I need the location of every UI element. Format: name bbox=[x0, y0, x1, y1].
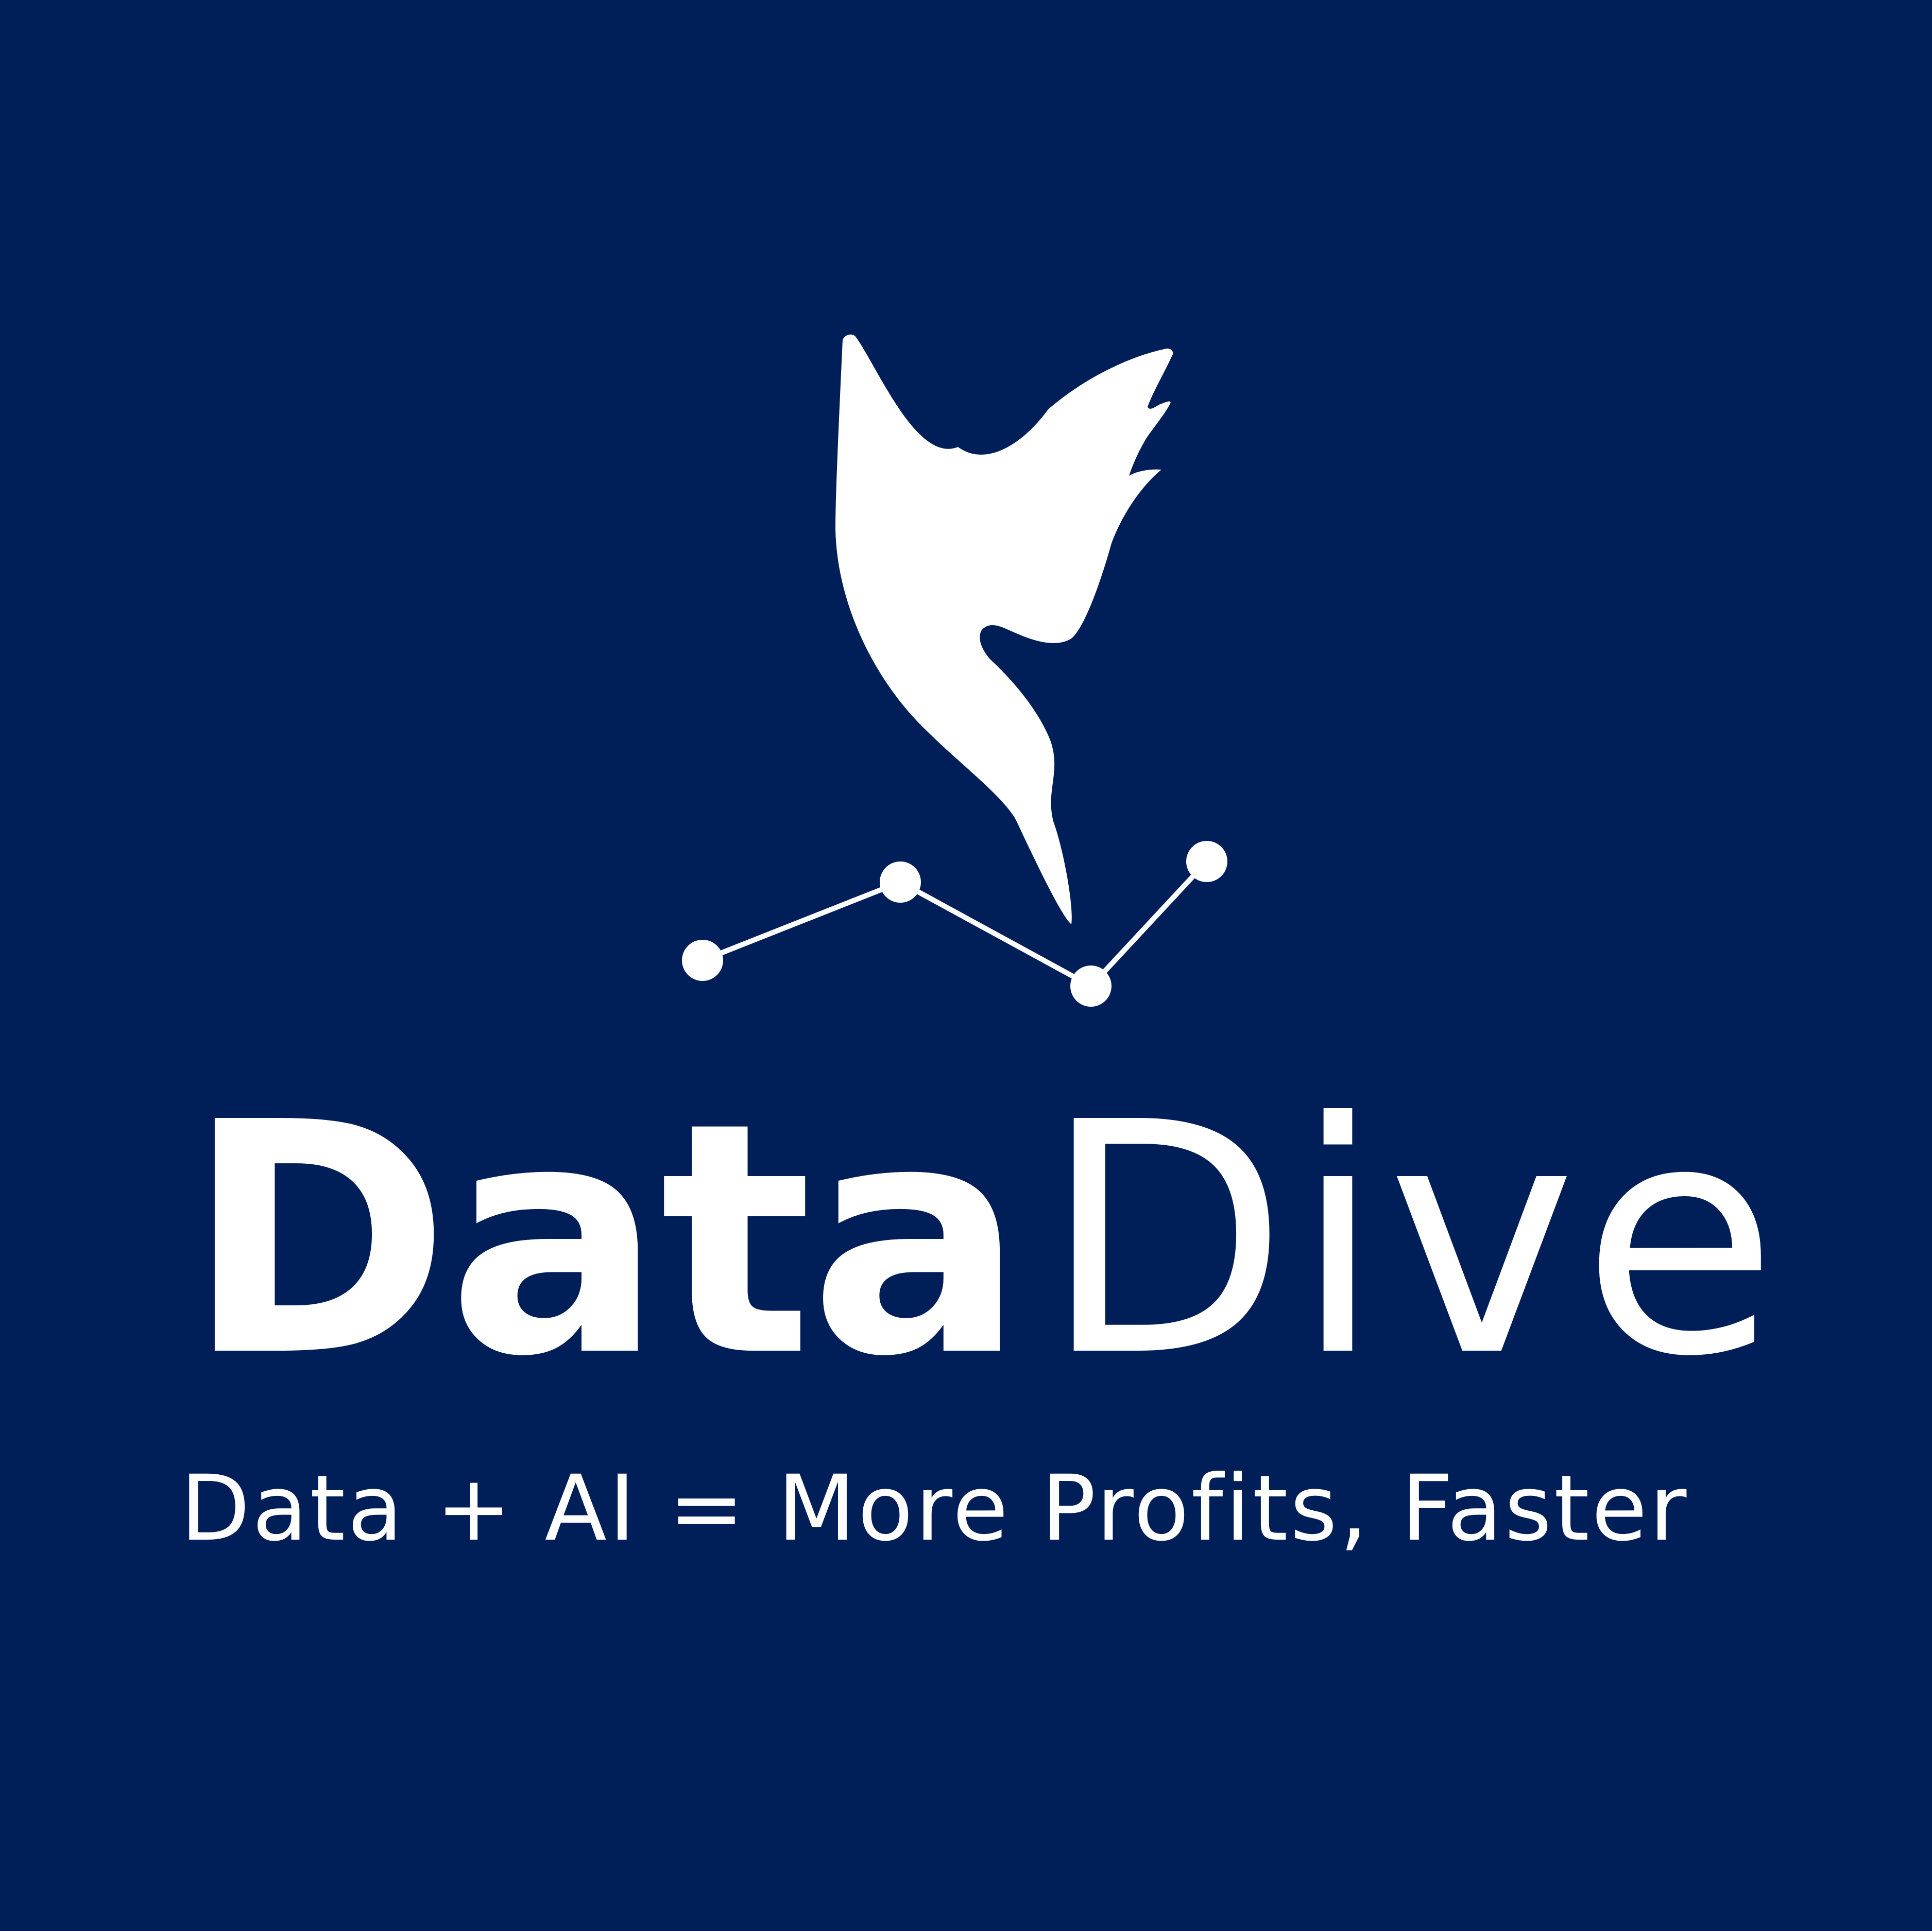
bird-icon bbox=[835, 334, 1173, 925]
brand-name-light: Dive bbox=[1042, 1055, 1783, 1426]
chart-line bbox=[702, 859, 1209, 990]
chart-point bbox=[1070, 966, 1112, 1007]
brand-name-bold: Data bbox=[185, 1055, 1025, 1426]
chart-point bbox=[880, 861, 921, 903]
brand-tagline: Data + AI = More Profits, Faster bbox=[180, 1456, 1689, 1561]
logo-canvas: DataDive Data + AI = More Profits, Faste… bbox=[0, 0, 1932, 1931]
bird-chart-emblem bbox=[682, 334, 1227, 1007]
chart-point bbox=[682, 940, 723, 981]
brand-wordmark: DataDive bbox=[185, 1071, 1782, 1411]
chart-point bbox=[1186, 841, 1227, 882]
